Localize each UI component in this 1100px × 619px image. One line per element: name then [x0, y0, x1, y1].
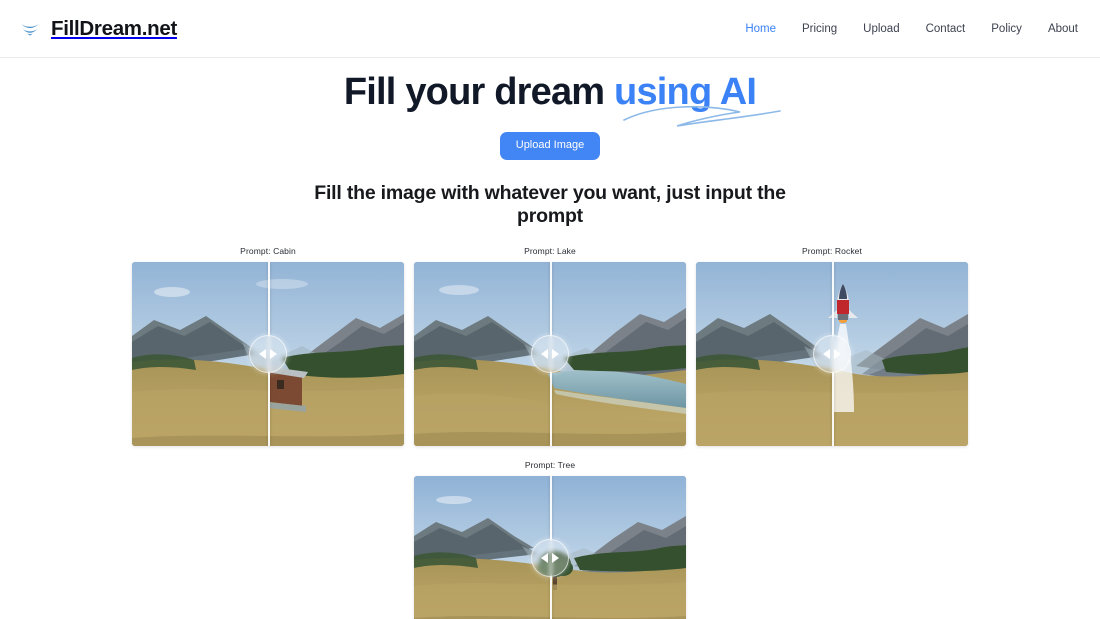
before-after-slider-lake[interactable]	[414, 262, 686, 447]
headline-plain: Fill your dream	[343, 71, 615, 113]
prompt-label-rocket: Prompt: Rocket	[802, 246, 862, 257]
before-after-slider-cabin[interactable]	[132, 262, 404, 447]
brand-logo-link[interactable]: FillDream.net	[18, 17, 177, 41]
arrow-left-icon	[541, 349, 548, 360]
nav-item-upload[interactable]: Upload	[863, 23, 899, 35]
site-header: FillDream.net Home Pricing Upload Contac…	[0, 0, 1100, 58]
main-navigation: Home Pricing Upload Contact Policy About	[745, 23, 1078, 35]
upload-image-button[interactable]: Upload Image	[499, 131, 601, 160]
slider-handle-left-right-arrows-icon[interactable]	[249, 335, 287, 374]
arrow-left-icon	[259, 349, 266, 360]
slider-handle-left-right-arrows-icon[interactable]	[531, 335, 569, 374]
before-after-slider-rocket[interactable]	[696, 262, 968, 447]
subheadline: Fill the image with whatever you want, j…	[314, 181, 786, 227]
prompt-label-lake: Prompt: Lake	[524, 246, 576, 257]
arrow-right-icon	[552, 552, 559, 563]
example-card-cabin: Prompt: Cabin	[132, 246, 404, 447]
arrow-right-icon	[834, 349, 841, 360]
nav-item-about[interactable]: About	[1048, 23, 1078, 35]
arrow-right-icon	[552, 349, 559, 360]
nav-item-contact[interactable]: Contact	[926, 23, 966, 35]
prompt-label-tree: Prompt: Tree	[524, 460, 576, 471]
prompt-label-cabin: Prompt: Cabin	[240, 246, 296, 257]
brand-name: FillDream.net	[51, 16, 177, 40]
hero-section: Fill your dream using AI Upload Image Fi…	[0, 58, 1100, 228]
arrow-right-icon	[270, 349, 277, 360]
arrow-left-icon	[823, 349, 830, 360]
slider-handle-left-right-arrows-icon[interactable]	[531, 538, 569, 577]
nav-item-policy[interactable]: Policy	[991, 23, 1022, 35]
example-card-lake: Prompt: Lake	[414, 246, 686, 447]
double-chevron-down-icon	[18, 17, 42, 41]
example-card-tree: Prompt: Tree	[414, 460, 686, 619]
cta-container: Upload Image	[0, 131, 1100, 160]
nav-item-home[interactable]: Home	[745, 23, 776, 35]
before-after-slider-tree[interactable]	[414, 476, 686, 619]
example-card-rocket: Prompt: Rocket	[696, 246, 968, 447]
nav-item-pricing[interactable]: Pricing	[802, 23, 837, 35]
examples-gallery: Prompt: Cabin Prompt: Lake Prompt: Rocke…	[0, 246, 1100, 619]
slider-handle-left-right-arrows-icon[interactable]	[813, 335, 851, 374]
arrow-left-icon	[541, 552, 548, 563]
headline-accent: using AI	[614, 71, 757, 113]
page-title: Fill your dream using AI	[343, 70, 781, 127]
